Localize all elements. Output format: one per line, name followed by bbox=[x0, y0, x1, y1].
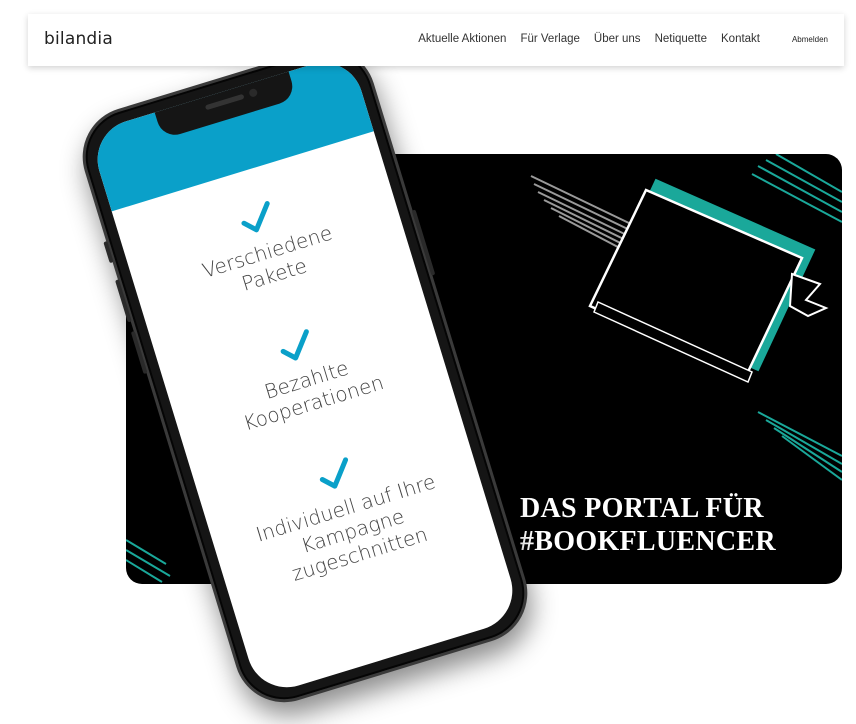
top-navbar: bilandia Aktuelle Aktionen Für Verlage Ü… bbox=[28, 14, 844, 66]
nav-item-kontakt[interactable]: Kontakt bbox=[721, 33, 760, 45]
promo-headline: DAS PORTAL FÜR #BOOKFLUENCER bbox=[520, 492, 776, 558]
nav-item-netiquette[interactable]: Netiquette bbox=[655, 33, 707, 45]
teal-lines-top-decoration bbox=[751, 154, 842, 223]
nav-item-fuer-verlage[interactable]: Für Verlage bbox=[520, 33, 579, 45]
logout-button[interactable]: Abmelden bbox=[792, 35, 828, 44]
feature-item: Individuell auf Ihre Kampagne zugeschnit… bbox=[200, 420, 494, 605]
check-icon bbox=[280, 329, 309, 361]
main-nav: Aktuelle Aktionen Für Verlage Über uns N… bbox=[418, 33, 760, 45]
teal-lines-right-decoration bbox=[757, 411, 842, 481]
phone-screen: Verschiedene Pakete Bezahlte Kooperation… bbox=[87, 52, 523, 698]
phone-camera bbox=[248, 87, 259, 98]
check-icon bbox=[319, 457, 349, 489]
nav-item-ueber-uns[interactable]: Über uns bbox=[594, 33, 641, 45]
nav-item-aktuelle-aktionen[interactable]: Aktuelle Aktionen bbox=[418, 33, 506, 45]
check-icon bbox=[241, 201, 270, 233]
phone-silent-switch bbox=[103, 240, 114, 264]
promo-headline-line-2: #BOOKFLUENCER bbox=[520, 526, 776, 557]
phone-volume-up bbox=[115, 279, 132, 323]
site-logo[interactable]: bilandia bbox=[44, 29, 113, 49]
feature-item: Bezahlte Kooperationen bbox=[161, 292, 448, 454]
book-icon bbox=[588, 178, 829, 384]
teal-lines-left-decoration bbox=[126, 539, 171, 583]
promo-headline-line-1: DAS PORTAL FÜR bbox=[520, 493, 764, 524]
phone-speaker bbox=[204, 93, 245, 111]
